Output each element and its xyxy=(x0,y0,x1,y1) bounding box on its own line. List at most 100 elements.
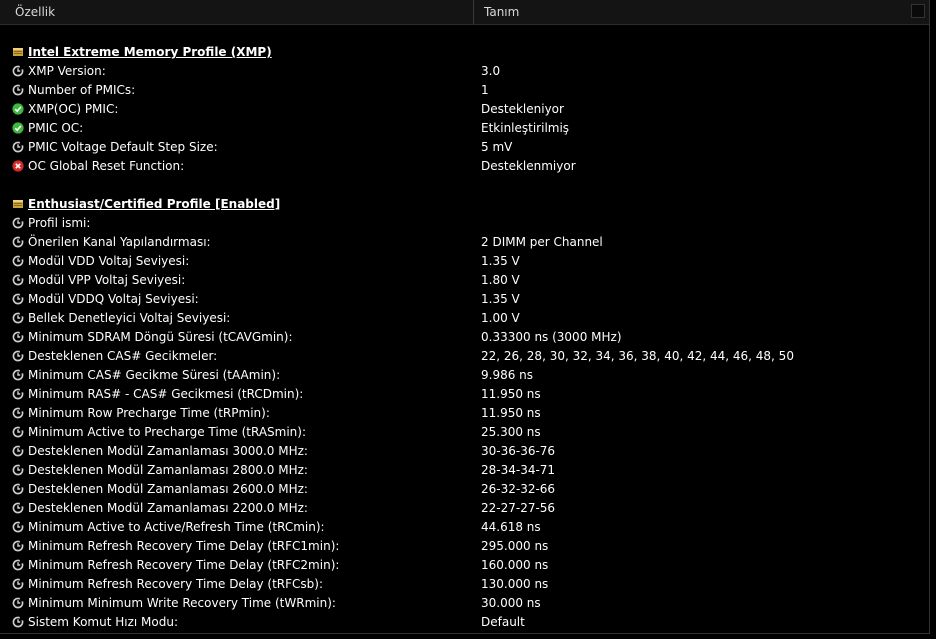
property-cell: Modül VPP Voltaj Seviyesi: xyxy=(12,271,185,290)
clock-icon xyxy=(12,559,24,571)
property-value: 22-27-27-56 xyxy=(481,501,556,515)
property-cell: Minimum Active to Active/Refresh Time (t… xyxy=(12,518,325,537)
column-header-property[interactable]: Özellik xyxy=(0,0,474,24)
property-cell: Number of PMICs: xyxy=(12,81,135,100)
property-value: Destekleniyor xyxy=(481,102,564,116)
property-row[interactable]: Number of PMICs: 1 xyxy=(0,81,929,100)
property-row[interactable]: Minimum SDRAM Döngü Süresi (tCAVGmin): 0.… xyxy=(0,328,929,347)
property-value: 5 mV xyxy=(481,140,513,154)
property-cell: Minimum Row Precharge Time (tRPmin): xyxy=(12,404,270,423)
property-label: Desteklenen Modül Zamanlaması 2600.0 MHz… xyxy=(28,482,308,496)
property-row[interactable]: Desteklenen Modül Zamanlaması 2200.0 MHz… xyxy=(0,499,929,518)
property-value: 0.33300 ns (3000 MHz) xyxy=(481,330,622,344)
property-label: Minimum Refresh Recovery Time Delay (tRF… xyxy=(28,577,324,591)
property-label: Minimum Row Precharge Time (tRPmin): xyxy=(28,406,270,420)
property-cell: Desteklenen Modül Zamanlaması 2600.0 MHz… xyxy=(12,480,308,499)
property-value: 1 xyxy=(481,83,489,97)
section-title: Enthusiast/Certified Profile [Enabled] xyxy=(28,197,281,211)
property-cell: XMP(OC) PMIC: xyxy=(12,100,118,119)
clock-icon xyxy=(12,540,24,552)
property-label: Sistem Komut Hızı Modu: xyxy=(28,615,178,629)
clock-icon xyxy=(12,350,24,362)
property-value: 1.35 V xyxy=(481,254,520,268)
property-row[interactable]: Önerilen Kanal Yapılandırması: 2 DIMM per… xyxy=(0,233,929,252)
property-value: 26-32-32-66 xyxy=(481,482,556,496)
property-row[interactable]: OC Global Reset Function: Desteklenmiyor xyxy=(0,157,929,176)
clock-icon xyxy=(12,84,24,96)
clock-icon xyxy=(12,407,24,419)
property-value: 11.950 ns xyxy=(481,406,541,420)
property-row[interactable]: Minimum Refresh Recovery Time Delay (tRF… xyxy=(0,556,929,575)
property-cell: Desteklenen Modül Zamanlaması 2800.0 MHz… xyxy=(12,461,308,480)
section-header: Enthusiast/Certified Profile [Enabled] xyxy=(12,195,280,214)
property-cell: OC Global Reset Function: xyxy=(12,157,184,176)
property-row[interactable]: Minimum Row Precharge Time (tRPmin): 11.9… xyxy=(0,404,929,423)
property-row[interactable]: Minimum Active to Precharge Time (tRASmi… xyxy=(0,423,929,442)
property-value: 28-34-34-71 xyxy=(481,463,556,477)
clock-icon xyxy=(12,141,24,153)
property-value: 30.000 ns xyxy=(481,596,541,610)
property-label: Minimum SDRAM Döngü Süresi (tCAVGmin): xyxy=(28,330,293,344)
clock-icon xyxy=(12,597,24,609)
property-cell: Bellek Denetleyici Voltaj Seviyesi: xyxy=(12,309,230,328)
clock-icon xyxy=(12,578,24,590)
property-row[interactable]: Minimum Minimum Write Recovery Time (tWR… xyxy=(0,594,929,613)
clock-icon xyxy=(12,236,24,248)
clock-icon xyxy=(12,426,24,438)
property-row[interactable]: Minimum Refresh Recovery Time Delay (tRF… xyxy=(0,537,929,556)
property-row[interactable]: Desteklenen Modül Zamanlaması 3000.0 MHz… xyxy=(0,442,929,461)
property-value: 295.000 ns xyxy=(481,539,549,553)
property-value: 9.986 ns xyxy=(481,368,534,382)
property-cell: Önerilen Kanal Yapılandırması: xyxy=(12,233,211,252)
property-cell: Minimum Refresh Recovery Time Delay (tRF… xyxy=(12,556,339,575)
property-row[interactable]: Bellek Denetleyici Voltaj Seviyesi: 1.00 … xyxy=(0,309,929,328)
property-row[interactable]: Minimum CAS# Gecikme Süresi (tAAmin): 9.9… xyxy=(0,366,929,385)
property-row[interactable]: XMP Version: 3.0 xyxy=(0,62,929,81)
property-row[interactable]: Minimum Active to Active/Refresh Time (t… xyxy=(0,518,929,537)
clock-icon xyxy=(12,331,24,343)
property-cell: Modül VDD Voltaj Seviyesi: xyxy=(12,252,189,271)
property-cell: Desteklenen CAS# Gecikmeler: xyxy=(12,347,217,366)
property-row[interactable]: PMIC OC: Etkinleştirilmiş xyxy=(0,119,929,138)
property-value: Default xyxy=(481,615,525,629)
property-row[interactable]: Minimum Refresh Recovery Time Delay (tRF… xyxy=(0,575,929,594)
memory-module-icon xyxy=(12,46,24,58)
property-cell: Desteklenen Modül Zamanlaması 3000.0 MHz… xyxy=(12,442,308,461)
property-row[interactable]: Desteklenen CAS# Gecikmeler: 22, 26, 28, … xyxy=(0,347,929,366)
property-cell: PMIC Voltage Default Step Size: xyxy=(12,138,218,157)
memory-module-icon xyxy=(12,198,24,210)
property-label: Desteklenen Modül Zamanlaması 3000.0 MHz… xyxy=(28,444,308,458)
property-row[interactable]: Minimum RAS# - CAS# Gecikmesi (tRCDmin):… xyxy=(0,385,929,404)
property-label: Profil ismi: xyxy=(28,216,91,230)
property-row[interactable]: PMIC Voltage Default Step Size: 5 mV xyxy=(0,138,929,157)
details-panel: Özellik Tanım Intel Extreme Memory Profi… xyxy=(0,0,930,634)
section-header-row[interactable]: Intel Extreme Memory Profile (XMP) xyxy=(0,43,929,62)
clock-icon xyxy=(12,255,24,267)
property-row[interactable]: Sistem Komut Hızı Modu: Default xyxy=(0,613,929,632)
property-value: 11.950 ns xyxy=(481,387,541,401)
corner-handle xyxy=(911,4,925,18)
property-cell: Minimum Refresh Recovery Time Delay (tRF… xyxy=(12,537,339,556)
property-label: Minimum Refresh Recovery Time Delay (tRF… xyxy=(28,558,340,572)
property-value: 130.000 ns xyxy=(481,577,549,591)
property-label: Modül VDD Voltaj Seviyesi: xyxy=(28,254,190,268)
property-row[interactable]: Profil ismi: xyxy=(0,214,929,233)
column-header-value[interactable]: Tanım xyxy=(474,0,929,24)
property-label: Desteklenen Modül Zamanlaması 2200.0 MHz… xyxy=(28,501,308,515)
property-row[interactable]: Modül VPP Voltaj Seviyesi: 1.80 V xyxy=(0,271,929,290)
property-row[interactable]: Desteklenen Modül Zamanlaması 2600.0 MHz… xyxy=(0,480,929,499)
property-label: Desteklenen Modül Zamanlaması 2800.0 MHz… xyxy=(28,463,308,477)
property-label: Minimum Refresh Recovery Time Delay (tRF… xyxy=(28,539,340,553)
property-value: 1.35 V xyxy=(481,292,520,306)
property-row[interactable]: XMP(OC) PMIC: Destekleniyor xyxy=(0,100,929,119)
property-value: 2 DIMM per Channel xyxy=(481,235,603,249)
property-row[interactable]: Modül VDDQ Voltaj Seviyesi: 1.35 V xyxy=(0,290,929,309)
property-row[interactable]: Modül VDD Voltaj Seviyesi: 1.35 V xyxy=(0,252,929,271)
section-header-row[interactable]: Enthusiast/Certified Profile [Enabled] xyxy=(0,195,929,214)
property-row[interactable]: Desteklenen Modül Zamanlaması 2800.0 MHz… xyxy=(0,461,929,480)
property-cell: Minimum RAS# - CAS# Gecikmesi (tRCDmin): xyxy=(12,385,303,404)
property-label: XMP Version: xyxy=(28,64,106,78)
property-cell: Sistem Komut Hızı Modu: xyxy=(12,613,178,632)
property-cell: Minimum Active to Precharge Time (tRASmi… xyxy=(12,423,306,442)
property-value: 22, 26, 28, 30, 32, 34, 36, 38, 40, 42, … xyxy=(481,349,794,363)
